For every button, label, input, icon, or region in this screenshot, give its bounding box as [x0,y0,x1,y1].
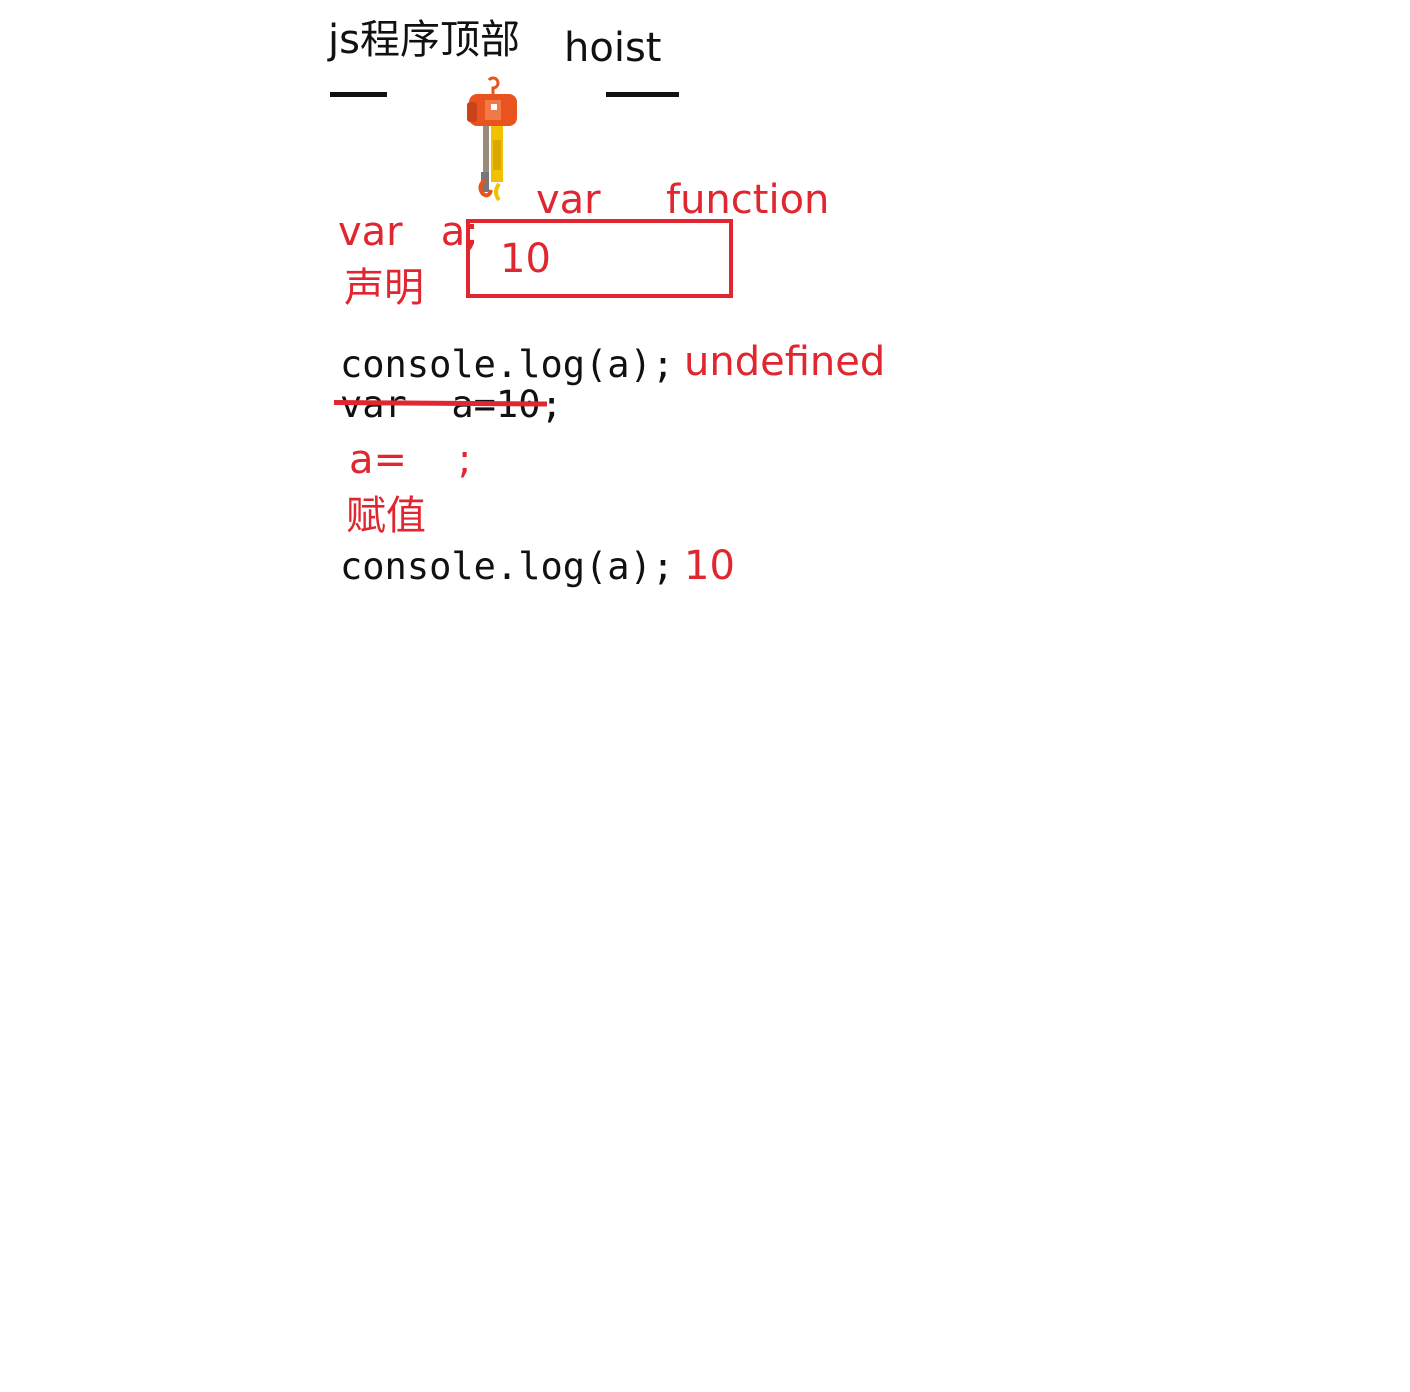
hoisted-declarations-box: 10 [466,219,733,298]
assignment-label: 赋值 [346,493,426,539]
console-log-result-2: 10 [684,543,735,589]
declaration-label: 声明 [344,265,424,311]
declaration-code: var a; [338,209,479,255]
hoist-label: hoist [564,25,662,71]
console-log-result-1: undefined [684,339,886,385]
hoist-box-function-label: function [666,177,830,223]
hoisted-value: 10 [500,236,551,282]
program-top-label: js程序顶部 [328,17,520,63]
program-top-underline [330,92,387,97]
hoist-box-var-label: var [536,177,601,223]
electric-chain-hoist-icon [467,76,517,202]
assignment-code: a= ; [349,437,472,483]
hoist-underline [606,92,679,97]
console-log-line-1: console.log(a); [340,343,675,386]
console-log-line-2: console.log(a); [340,545,675,588]
